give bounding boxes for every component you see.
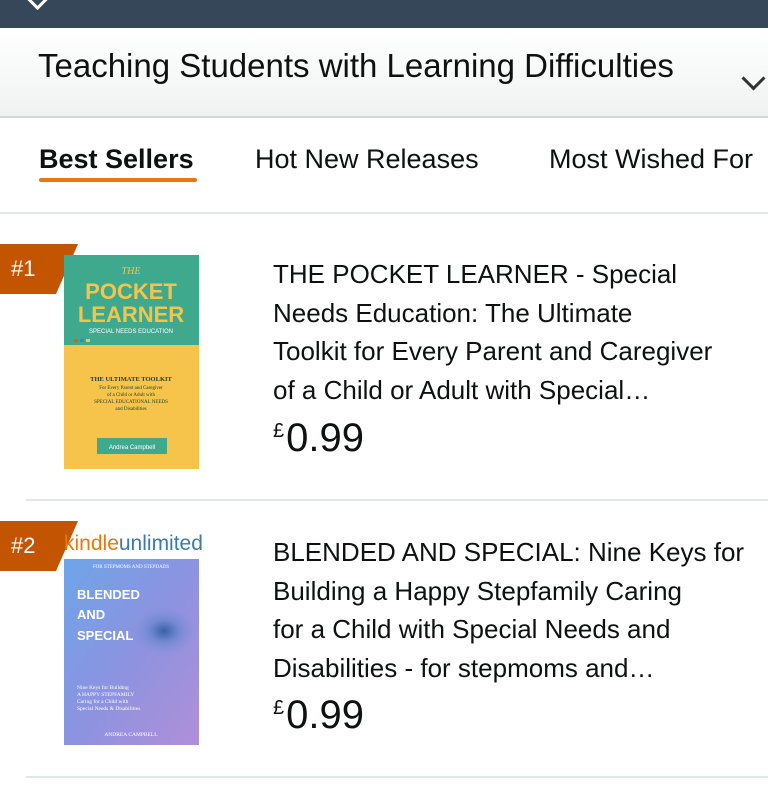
cover-the: THE (122, 266, 141, 277)
cover-title-2: AND (77, 607, 105, 622)
cover-blurb-3: Caring for a Child with (77, 698, 129, 705)
cover-tagline-1: THE ULTIMATE TOOLKIT (90, 376, 172, 383)
cover-title-1: POCKET (85, 279, 177, 304)
active-tab-indicator (39, 178, 197, 182)
product-title[interactable]: THE POCKET LEARNER - Special Needs Educa… (273, 255, 768, 409)
product-price: £0.99 (273, 416, 364, 461)
cover-blurb-2: A HAPPY STEPFAMILY (77, 692, 134, 698)
cover-tagline-2: For Every Parent and Caregiver (99, 386, 163, 391)
cover-subtitle: SPECIAL NEEDS EDUCATION (89, 329, 173, 335)
chevron-down-icon[interactable] (26, 0, 49, 11)
cover-top-line: FOR STEPMOMS AND STEPDADS (93, 565, 169, 570)
top-nav-bar (0, 0, 768, 28)
rank-label: #1 (11, 256, 36, 281)
cover-tagline-5: and Disabilities (115, 407, 146, 412)
currency-symbol: £ (273, 420, 285, 442)
price-value: 0.99 (286, 416, 364, 460)
cover-title-1: BLENDED (77, 587, 140, 602)
category-header[interactable]: Teaching Students with Learning Difficul… (0, 28, 768, 118)
cover-author: ANDREA CAMPBELL (104, 732, 158, 738)
unlimited-word: unlimited (118, 532, 203, 555)
product-price: £0.99 (273, 693, 364, 738)
kindle-word: kindle (64, 532, 119, 555)
cover-author: Andrea Campbell (109, 445, 155, 451)
currency-symbol: £ (273, 697, 285, 719)
product-title[interactable]: BLENDED AND SPECIAL: Nine Keys for Build… (273, 533, 768, 687)
category-title[interactable]: Teaching Students with Learning Difficul… (38, 47, 674, 85)
cover-blurb-4: Special Needs & Disabilities (77, 706, 140, 712)
book-cover[interactable]: FOR STEPMOMS AND STEPDADS BLENDED AND SP… (64, 559, 199, 745)
divider (26, 776, 768, 778)
tab-hot-new-releases[interactable]: Hot New Releases (255, 144, 479, 175)
tab-best-sellers[interactable]: Best Sellers (39, 144, 194, 175)
divider (26, 499, 768, 501)
list-item[interactable]: #1 THE POCKET LEARNER SPECIAL NEEDS EDUC… (0, 244, 768, 500)
cover-tagline-3: of a Child or Adult with (107, 393, 155, 398)
book-cover[interactable]: THE POCKET LEARNER SPECIAL NEEDS EDUCATI… (64, 255, 199, 469)
tab-most-wished-for[interactable]: Most Wished For (549, 144, 753, 175)
rank-label: #2 (11, 533, 36, 558)
cover-blurb-1: Nine Keys for Building (77, 684, 129, 691)
cover-tagline-4: SPECIAL EDUCATIONAL NEEDS (94, 400, 168, 405)
rank-badge-partial (0, 798, 78, 804)
list-item[interactable]: #2 FOR STEPMOMS AND STEPDADS BLENDED AND (0, 521, 768, 777)
cover-title-2: LEARNER (78, 302, 184, 327)
price-value: 0.99 (286, 693, 364, 737)
chevron-down-icon[interactable] (741, 66, 766, 91)
cover-title-3: SPECIAL (77, 628, 133, 643)
kindle-unlimited-badge: kindleunlimited (64, 532, 203, 556)
list-tabs: Best Sellers Hot New Releases Most Wishe… (0, 118, 768, 214)
